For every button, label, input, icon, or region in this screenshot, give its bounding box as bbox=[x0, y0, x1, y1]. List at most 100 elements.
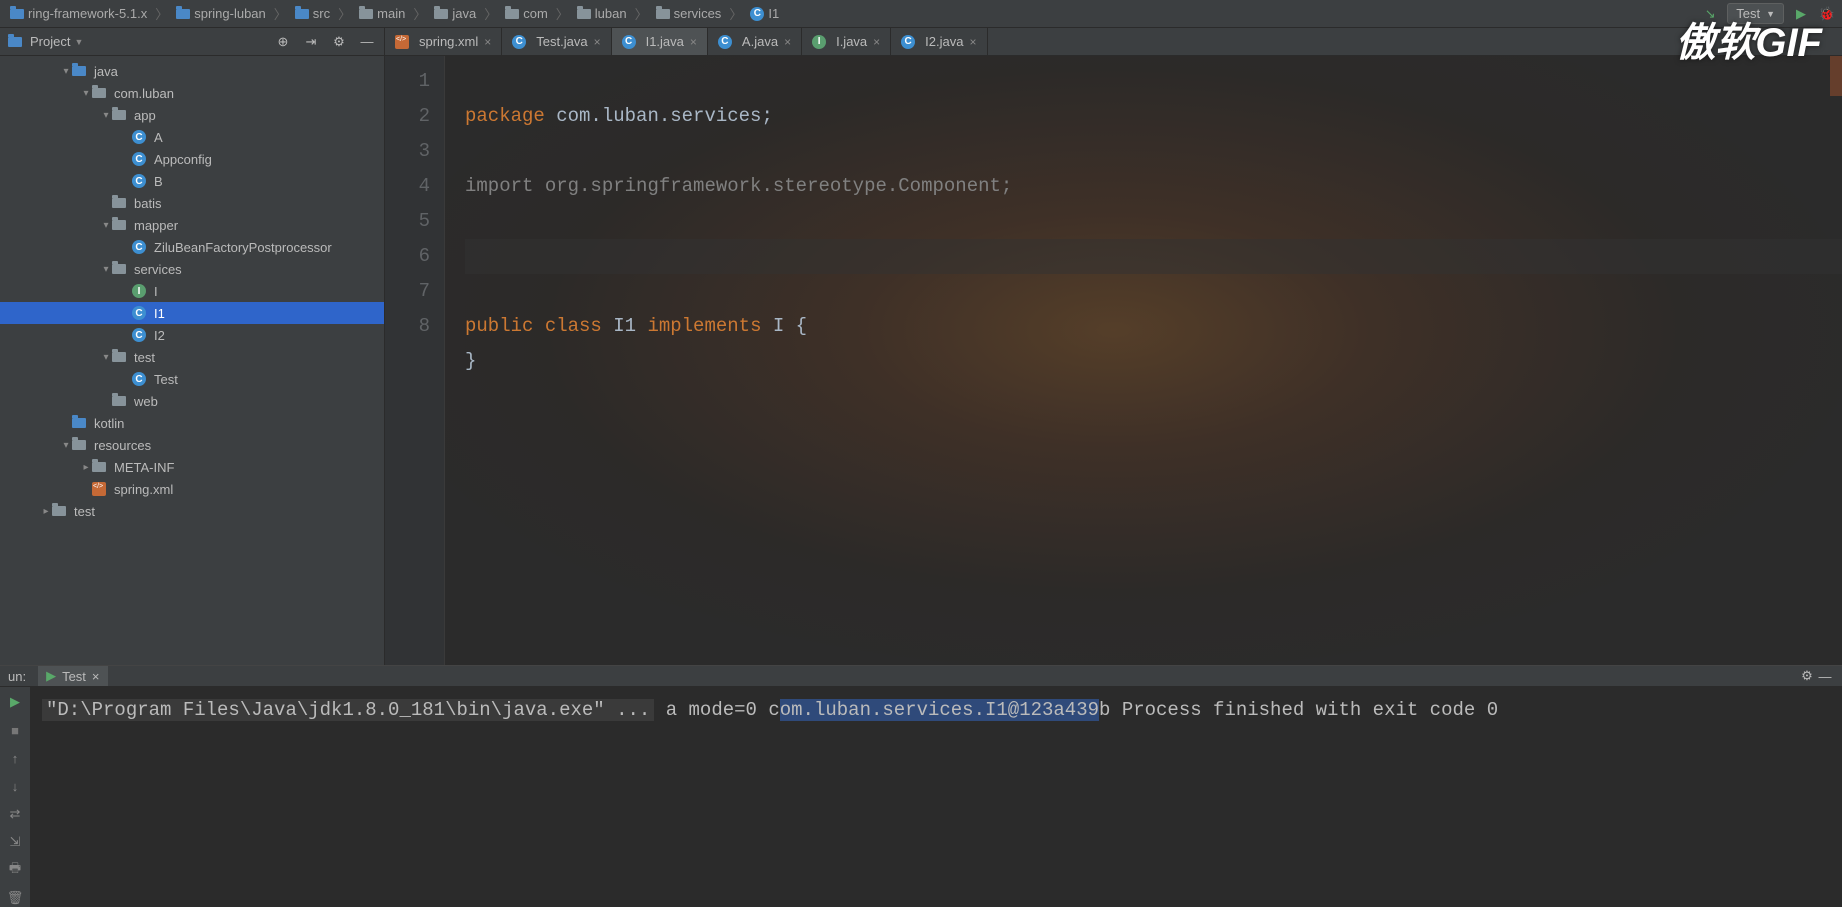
run-output[interactable]: "D:\Program Files\Java\jdk1.8.0_181\bin\… bbox=[30, 687, 1842, 907]
tree-item[interactable]: ▸test bbox=[0, 500, 384, 522]
tree-item[interactable]: ▾ java bbox=[0, 60, 384, 82]
expand-icon[interactable]: ▾ bbox=[100, 264, 112, 275]
editor-tab[interactable]: CI1.java× bbox=[612, 28, 708, 55]
tree-item[interactable]: ▾app bbox=[0, 104, 384, 126]
project-icon bbox=[8, 37, 22, 47]
breadcrumb-item[interactable]: services bbox=[652, 4, 726, 23]
hide-icon[interactable]: — bbox=[1816, 667, 1834, 685]
folder-icon bbox=[92, 462, 106, 472]
run-panel: un: ▶ Test × ⚙ — ▶ ■ ↑ ↓ ⇄ ⇲ 🖶 🗑 "D:\Pro… bbox=[0, 665, 1842, 885]
expand-icon[interactable]: ▸ bbox=[40, 506, 52, 517]
code-text: org.springframework.stereotype.Component… bbox=[533, 175, 1012, 197]
run-tab[interactable]: ▶ Test × bbox=[38, 666, 107, 686]
tree-item[interactable]: ▾services bbox=[0, 258, 384, 280]
expand-icon[interactable]: ▸ bbox=[80, 462, 92, 473]
editor-tab[interactable]: spring.xml × bbox=[385, 28, 502, 55]
tree-item[interactable]: II bbox=[0, 280, 384, 302]
expand-icon[interactable]: ▾ bbox=[100, 110, 112, 121]
breadcrumb-item[interactable]: ring-framework-5.1.x bbox=[6, 4, 151, 23]
expand-icon[interactable]: ▾ bbox=[100, 220, 112, 231]
scroll-icon[interactable]: ⇲ bbox=[6, 833, 24, 851]
editor-body[interactable]: 12345678 package com.luban.services; imp… bbox=[385, 56, 1842, 665]
close-icon[interactable]: × bbox=[969, 35, 976, 49]
up-icon[interactable]: ↑ bbox=[6, 749, 24, 767]
breadcrumb-item[interactable]: luban bbox=[573, 4, 631, 23]
folder-icon bbox=[112, 220, 126, 230]
editor-scrollbar[interactable] bbox=[1830, 56, 1842, 96]
tree-item[interactable]: ▾test bbox=[0, 346, 384, 368]
tree-item[interactable]: batis bbox=[0, 192, 384, 214]
wrap-icon[interactable]: ⇄ bbox=[6, 805, 24, 823]
tab-label: spring.xml bbox=[419, 34, 478, 49]
tree-item[interactable]: CZiluBeanFactoryPostprocessor bbox=[0, 236, 384, 258]
tree-item[interactable]: ▸META-INF bbox=[0, 456, 384, 478]
trash-icon[interactable]: 🗑 bbox=[6, 889, 24, 907]
tree-label: java bbox=[94, 64, 118, 79]
breadcrumb-item[interactable]: main bbox=[355, 4, 409, 23]
close-icon[interactable]: × bbox=[784, 35, 791, 49]
code-text: com.luban.services; bbox=[545, 105, 773, 127]
project-title: Project bbox=[30, 34, 70, 49]
tree-item[interactable]: ▾resources bbox=[0, 434, 384, 456]
folder-icon bbox=[52, 506, 66, 516]
editor-tab[interactable]: CI2.java× bbox=[891, 28, 987, 55]
hide-icon[interactable]: — bbox=[358, 33, 376, 51]
class-icon: C bbox=[512, 35, 526, 49]
run-body: ▶ ■ ↑ ↓ ⇄ ⇲ 🖶 🗑 "D:\Program Files\Java\j… bbox=[0, 687, 1842, 907]
tree-item[interactable]: CI1 bbox=[0, 302, 384, 324]
tree-item[interactable]: CAppconfig bbox=[0, 148, 384, 170]
tree-item[interactable]: CA bbox=[0, 126, 384, 148]
close-icon[interactable]: × bbox=[92, 669, 100, 684]
breadcrumb-item[interactable]: java bbox=[430, 4, 480, 23]
collapse-icon[interactable]: ⇥ bbox=[302, 33, 320, 51]
breadcrumb-item[interactable]: com bbox=[501, 4, 552, 23]
tree-item[interactable]: ▾com.luban bbox=[0, 82, 384, 104]
close-icon[interactable]: × bbox=[873, 35, 880, 49]
class-icon: C bbox=[622, 35, 636, 49]
tree-item[interactable]: CTest bbox=[0, 368, 384, 390]
code-keyword: package bbox=[465, 105, 545, 127]
tree-item[interactable]: CI2 bbox=[0, 324, 384, 346]
code[interactable]: package com.luban.services; import org.s… bbox=[445, 56, 1842, 665]
chevron-down-icon[interactable]: ▼ bbox=[74, 37, 83, 47]
chevron-right-icon: 〉 bbox=[155, 4, 168, 23]
run-line: a mode=0 bbox=[666, 699, 757, 721]
expand-icon[interactable]: ▾ bbox=[60, 440, 72, 451]
close-icon[interactable]: × bbox=[690, 35, 697, 49]
breadcrumb: ring-framework-5.1.x〉spring-luban〉src〉ma… bbox=[6, 4, 1701, 23]
stop-icon[interactable]: ■ bbox=[6, 721, 24, 739]
tree-item[interactable]: ▾mapper bbox=[0, 214, 384, 236]
tree-item[interactable]: CB bbox=[0, 170, 384, 192]
breadcrumb-item[interactable]: spring-luban bbox=[172, 4, 270, 23]
rerun-icon[interactable]: ▶ bbox=[6, 693, 24, 711]
editor-tab[interactable]: CTest.java× bbox=[502, 28, 611, 55]
breadcrumb-label: main bbox=[377, 6, 405, 21]
editor-tab[interactable]: II.java× bbox=[802, 28, 891, 55]
breadcrumb-item[interactable]: CI1 bbox=[746, 4, 783, 23]
chevron-right-icon: 〉 bbox=[556, 4, 569, 23]
gear-icon[interactable]: ⚙ bbox=[330, 33, 348, 51]
breadcrumb-item[interactable]: src bbox=[291, 4, 334, 23]
editor-tab[interactable]: CA.java× bbox=[708, 28, 802, 55]
expand-icon[interactable]: ▾ bbox=[80, 88, 92, 99]
expand-icon[interactable]: ▾ bbox=[100, 352, 112, 363]
print-icon[interactable]: 🖶 bbox=[6, 861, 24, 879]
breadcrumb-label: services bbox=[674, 6, 722, 21]
expand-icon[interactable]: ▾ bbox=[60, 66, 72, 77]
tree-item[interactable]: web bbox=[0, 390, 384, 412]
gear-icon[interactable]: ⚙ bbox=[1798, 667, 1816, 685]
tree-item[interactable]: spring.xml bbox=[0, 478, 384, 500]
folder-icon bbox=[359, 9, 373, 19]
line-number: 4 bbox=[385, 169, 430, 204]
locate-icon[interactable]: ⊕ bbox=[274, 33, 292, 51]
tree-label: kotlin bbox=[94, 416, 124, 431]
breadcrumb-label: luban bbox=[595, 6, 627, 21]
chevron-right-icon: 〉 bbox=[413, 4, 426, 23]
close-icon[interactable]: × bbox=[484, 35, 491, 49]
class-icon: C bbox=[901, 35, 915, 49]
code-text: } bbox=[465, 350, 476, 372]
down-icon[interactable]: ↓ bbox=[6, 777, 24, 795]
close-icon[interactable]: × bbox=[594, 35, 601, 49]
tree-item[interactable]: kotlin bbox=[0, 412, 384, 434]
folder-icon bbox=[112, 352, 126, 362]
